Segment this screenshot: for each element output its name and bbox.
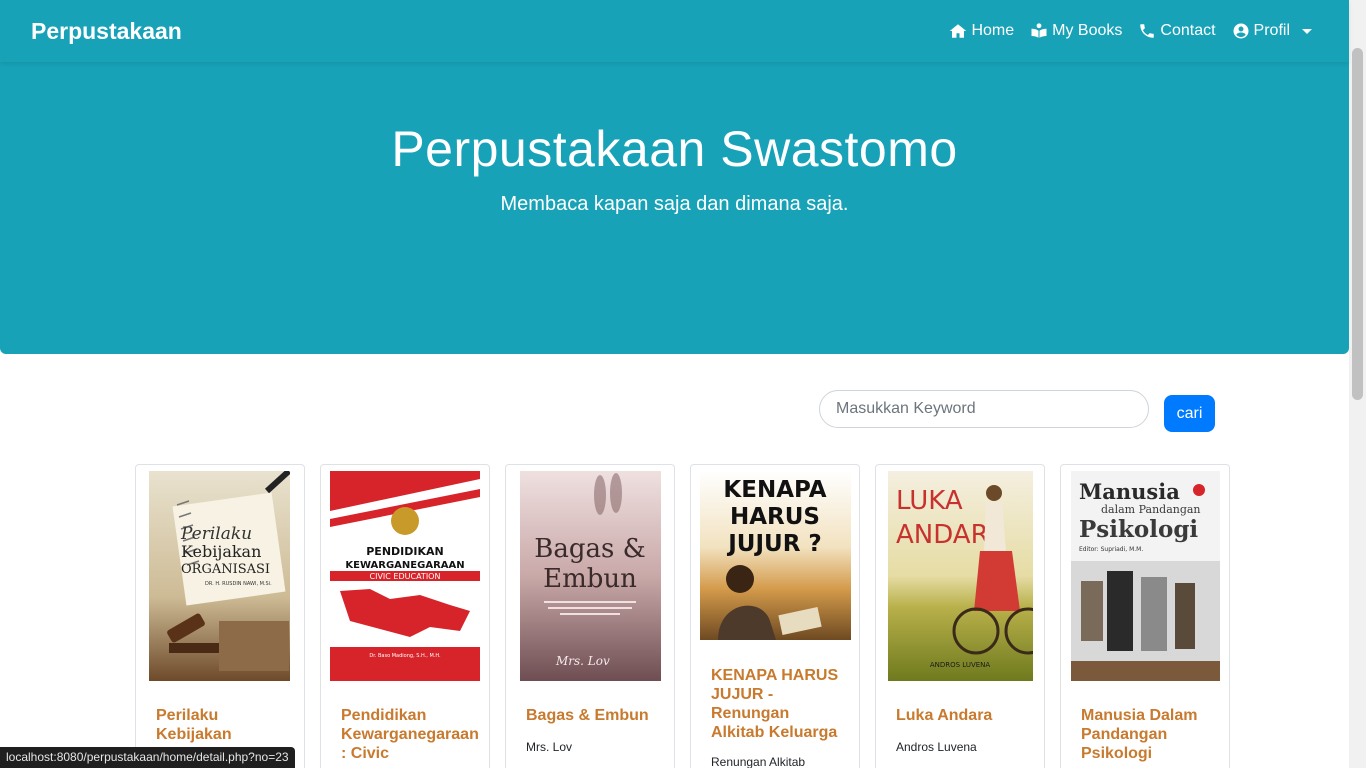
nav-profil-label: Profil [1253,22,1290,39]
book-card[interactable]: PENDIDIKAN KEWARGANEGARAAN CIVIC EDUCATI… [320,464,490,768]
cover-text-3: CIVIC EDUCATION [370,572,441,581]
cover-text-3: Psikologi [1079,516,1198,543]
cover-text-2: Kebijakan [181,542,261,561]
cover-text-2: Embun [543,564,637,594]
phone-icon [1140,24,1155,38]
cover-text-1: Perilaku [180,524,252,544]
search-input[interactable] [819,390,1149,428]
book-title[interactable]: KENAPA HARUS JUJUR - Renungan Alkitab Ke… [711,666,845,742]
book-author: Mrs. Lov [526,740,573,754]
cover-author: ANDROS LUVENA [930,661,991,669]
nav-mybooks-label: My Books [1052,22,1123,39]
cover-text-3: ORGANISASI [181,562,270,577]
cover-text-3: JUJUR ? [726,531,822,557]
nav-mybooks-link[interactable]: My Books [1030,22,1122,40]
book-cover-art: Perilaku Kebijakan ORGANISASI DR. H. RUS… [149,471,290,681]
book-card[interactable]: KENAPA HARUS JUJUR ? KENAPA HARUS JUJUR … [690,464,860,768]
book-card[interactable]: Manusia dalam Pandangan Psikologi Editor… [1060,464,1230,768]
cover-text-1: Bagas & [534,534,646,564]
book-cover[interactable]: Manusia dalam Pandangan Psikologi Editor… [1071,471,1220,681]
cover-text-2: dalam Pandangan [1101,503,1201,516]
book-reader-icon [1031,23,1047,38]
page-scrollbar[interactable] [1349,0,1366,768]
book-card[interactable]: LUKA ANDARA ANDROS LUVENA Luka Andara An… [875,464,1045,768]
cover-author: Editor: Supriadi, M.M. [1079,546,1143,553]
book-cover-art: Manusia dalam Pandangan Psikologi Editor… [1071,471,1220,681]
book-cover-art: PENDIDIKAN KEWARGANEGARAAN CIVIC EDUCATI… [330,471,480,681]
nav-links: Home My Books Contact Profil [949,22,1312,40]
cover-author: Dr. Baso Madiong, S.H., M.H. [369,653,441,659]
book-cover[interactable]: Bagas & Embun Mrs. Lov [520,471,661,681]
book-title[interactable]: Pendidikan Kewarganegaraan : Civic [341,706,479,763]
search-button[interactable]: cari [1164,395,1215,432]
book-cover[interactable]: Perilaku Kebijakan ORGANISASI DR. H. RUS… [149,471,290,681]
book-cover-art: KENAPA HARUS JUJUR ? [700,471,851,640]
book-cover-art: Bagas & Embun Mrs. Lov [520,471,661,681]
book-title[interactable]: Perilaku Kebijakan [156,706,290,744]
book-cover[interactable]: LUKA ANDARA ANDROS LUVENA [888,471,1033,681]
book-title[interactable]: Luka Andara [896,706,1030,725]
cover-text-1: PENDIDIKAN [366,545,443,558]
book-title[interactable]: Bagas & Embun [526,706,660,725]
user-circle-icon [1233,23,1249,39]
book-cover[interactable]: PENDIDIKAN KEWARGANEGARAAN CIVIC EDUCATI… [330,471,480,681]
book-author: Andros Luvena [896,740,977,754]
scrollbar-thumb[interactable] [1352,48,1363,400]
cover-text-1: KENAPA [723,477,826,503]
cover-text-1: LUKA [896,486,963,516]
home-icon [950,24,967,38]
nav-home-label: Home [971,22,1015,39]
book-cover[interactable]: KENAPA HARUS JUJUR ? [700,471,851,640]
nav-contact-label: Contact [1160,22,1216,39]
cover-text-1: Manusia [1079,479,1180,504]
nav-contact-link[interactable]: Contact [1138,22,1216,40]
book-cover-art: LUKA ANDARA ANDROS LUVENA [888,471,1033,681]
nav-profil-dropdown[interactable]: Profil [1232,22,1312,40]
chevron-down-icon [1302,28,1312,34]
cover-author: Mrs. Lov [555,654,610,668]
hero-title: Perpustakaan Swastomo [391,121,958,177]
book-card[interactable]: Bagas & Embun Mrs. Lov Bagas & Embun Mrs… [505,464,675,768]
book-card[interactable]: Perilaku Kebijakan ORGANISASI DR. H. RUS… [135,464,305,768]
book-title[interactable]: Manusia Dalam Pandangan Psikologi [1081,706,1215,763]
status-bar-url: localhost:8080/perpustakaan/home/detail.… [0,747,295,768]
book-author: Renungan Alkitab [711,755,806,768]
top-navbar: Perpustakaan Home My Books Contact Profi… [0,0,1349,62]
nav-home-link[interactable]: Home [949,22,1014,40]
cover-text-2: KEWARGANEGARAAN [345,560,464,571]
brand-logo[interactable]: Perpustakaan [31,18,182,45]
cover-text-2: HARUS [730,504,820,530]
cover-author: DR. H. RUSDIN NAWI, M.Si. [205,581,272,587]
hero-subtitle: Membaca kapan saja dan dimana saja. [500,193,849,215]
